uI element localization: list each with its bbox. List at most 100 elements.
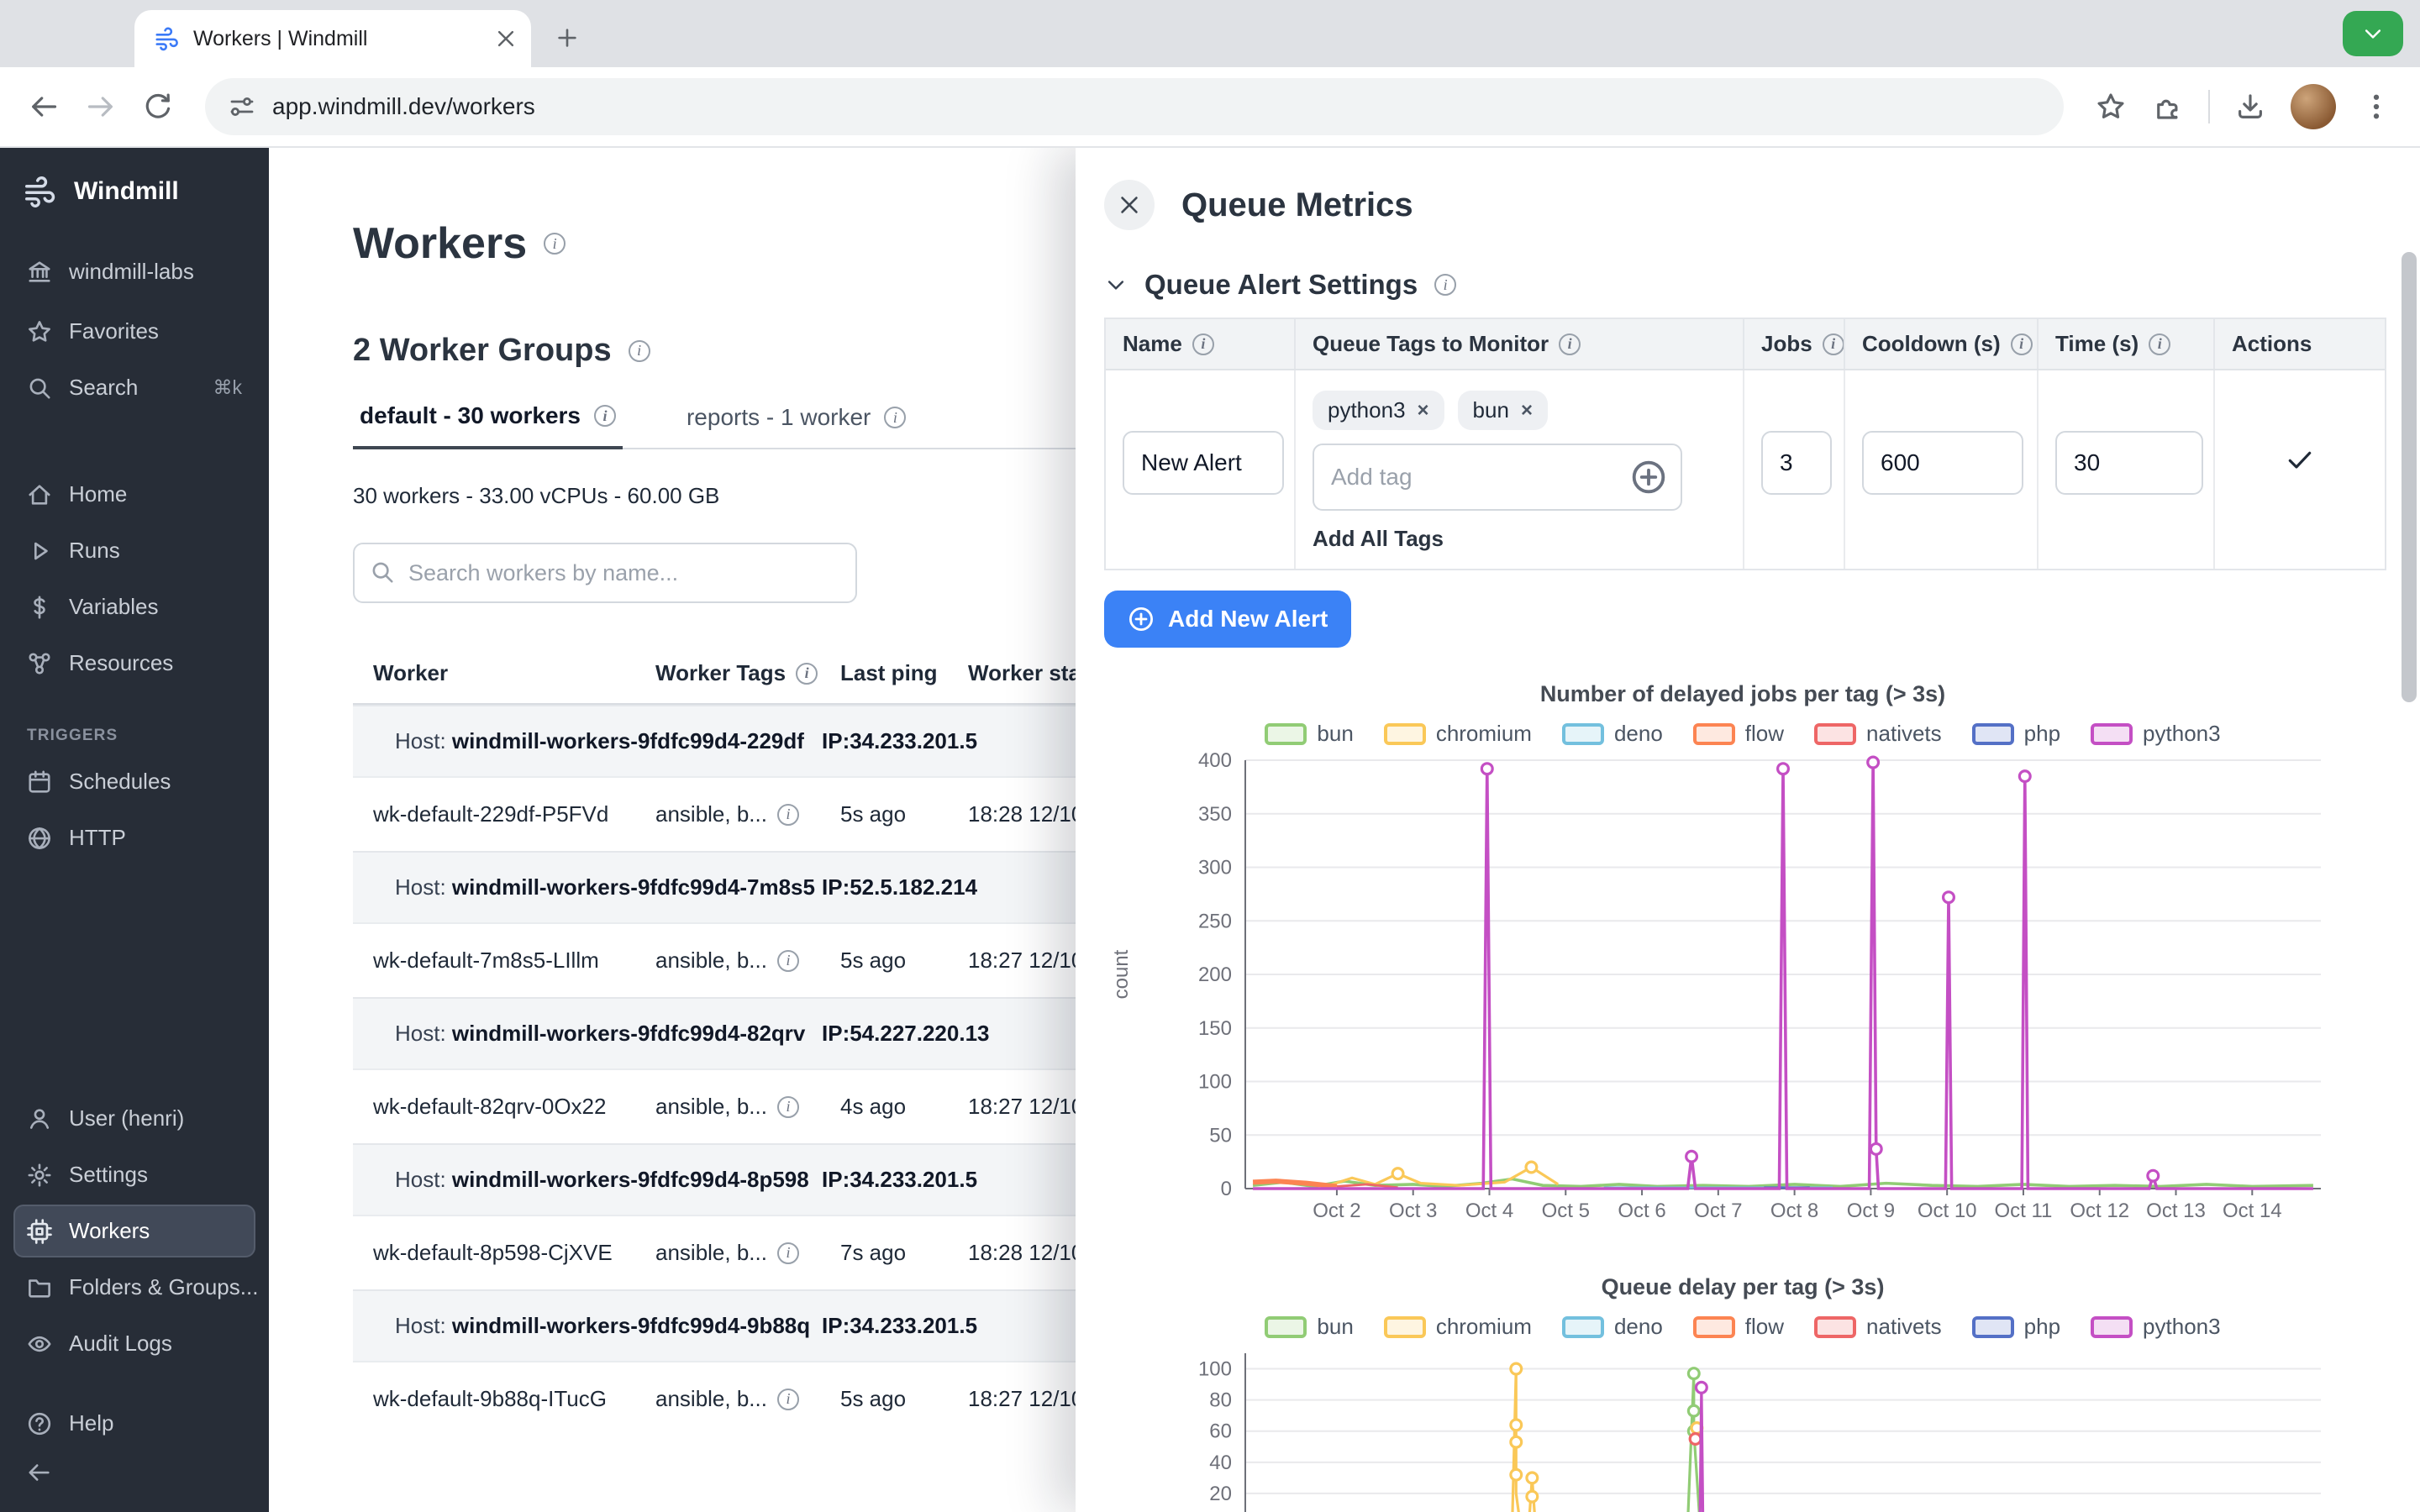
sidebar-item-folders-groups[interactable]: Folders & Groups... bbox=[13, 1261, 255, 1314]
legend-item-python3[interactable]: python3 bbox=[2091, 721, 2221, 747]
remove-tag-icon[interactable]: × bbox=[1418, 399, 1429, 423]
legend-item-php[interactable]: php bbox=[1972, 1314, 2060, 1340]
search-input[interactable] bbox=[353, 543, 857, 603]
app-logo[interactable]: Windmill bbox=[0, 148, 269, 225]
add-tag-button[interactable] bbox=[1630, 459, 1667, 496]
sidebar-item-home[interactable]: Home bbox=[13, 468, 255, 521]
legend-item-deno[interactable]: deno bbox=[1562, 1314, 1663, 1340]
info-icon[interactable] bbox=[777, 804, 799, 826]
sidebar-item-favorites[interactable]: Favorites bbox=[13, 305, 255, 358]
sidebar-item-audit-logs[interactable]: Audit Logs bbox=[13, 1317, 255, 1370]
info-icon[interactable] bbox=[544, 233, 566, 255]
info-icon[interactable] bbox=[2011, 333, 2033, 355]
worker-tags: ansible, b... bbox=[655, 948, 840, 974]
legend-item-python3[interactable]: python3 bbox=[2091, 1314, 2221, 1340]
info-icon[interactable] bbox=[1192, 333, 1214, 355]
host-label: Host: bbox=[395, 1021, 452, 1046]
info-icon[interactable] bbox=[777, 1096, 799, 1118]
info-icon[interactable] bbox=[777, 1242, 799, 1264]
legend-item-bun[interactable]: bun bbox=[1265, 1314, 1353, 1340]
alert-name-input[interactable] bbox=[1123, 431, 1284, 495]
legend-item-php[interactable]: php bbox=[1972, 721, 2060, 747]
alerts-column-header: Jobs bbox=[1743, 319, 1844, 369]
browser-menu-icon[interactable] bbox=[2361, 92, 2391, 122]
queue-alert-settings-header: Queue Alert Settings bbox=[1104, 269, 2386, 301]
sidebar-item-runs[interactable]: Runs bbox=[13, 524, 255, 577]
tab-default-30-workers[interactable]: default - 30 workers bbox=[353, 402, 623, 449]
tag-chip-python3[interactable]: python3× bbox=[1313, 391, 1444, 430]
legend-item-nativets[interactable]: nativets bbox=[1814, 721, 1942, 747]
info-icon[interactable] bbox=[777, 950, 799, 972]
info-icon[interactable] bbox=[594, 405, 616, 427]
legend-item-flow[interactable]: flow bbox=[1693, 1314, 1784, 1340]
tag-chip-bun[interactable]: bun× bbox=[1458, 391, 1548, 430]
browser-tab-strip: Workers | Windmill bbox=[0, 0, 2420, 67]
info-icon[interactable] bbox=[777, 1389, 799, 1410]
legend-item-chromium[interactable]: chromium bbox=[1384, 721, 1532, 747]
legend-item-deno[interactable]: deno bbox=[1562, 721, 1663, 747]
chart2-title: Queue delay per tag (> 3s) bbox=[1104, 1274, 2381, 1300]
forward-button[interactable] bbox=[86, 92, 116, 122]
sidebar-item-windmill-labs[interactable]: windmill-labs bbox=[13, 245, 255, 298]
host-ip: IP:54.227.220.13 bbox=[822, 1021, 990, 1047]
close-drawer-button[interactable] bbox=[1104, 180, 1155, 230]
section-title: Queue Alert Settings bbox=[1144, 269, 1418, 301]
collapse-section-icon[interactable] bbox=[1104, 273, 1128, 297]
tab-close-icon[interactable] bbox=[494, 27, 518, 50]
sidebar-item-workers[interactable]: Workers bbox=[13, 1205, 255, 1257]
add-all-tags-button[interactable]: Add All Tags bbox=[1313, 526, 1726, 552]
site-settings-icon[interactable] bbox=[229, 93, 255, 120]
gear-icon bbox=[27, 1163, 52, 1188]
browser-tab[interactable]: Workers | Windmill bbox=[134, 10, 531, 67]
sidebar-item-settings[interactable]: Settings bbox=[13, 1148, 255, 1201]
downloads-icon[interactable] bbox=[2235, 92, 2265, 122]
svg-text:Oct 14: Oct 14 bbox=[2223, 1200, 2282, 1222]
svg-text:400: 400 bbox=[1198, 749, 1232, 772]
drawer-scrollbar[interactable] bbox=[2402, 252, 2417, 702]
column-header: Worker Tags bbox=[655, 660, 840, 686]
confirm-alert-icon[interactable] bbox=[2285, 444, 2315, 475]
remove-tag-icon[interactable]: × bbox=[1521, 399, 1533, 423]
info-icon[interactable] bbox=[884, 407, 906, 428]
sidebar: Windmill windmill-labs FavoritesSearch⌘k… bbox=[0, 148, 269, 1512]
url-bar[interactable]: app.windmill.dev/workers bbox=[205, 78, 2064, 135]
reload-button[interactable] bbox=[143, 92, 173, 122]
cooldown-input[interactable] bbox=[1862, 431, 2023, 495]
sidebar-item-http[interactable]: HTTP bbox=[13, 811, 255, 864]
legend-item-nativets[interactable]: nativets bbox=[1814, 1314, 1942, 1340]
back-button[interactable] bbox=[29, 92, 59, 122]
info-icon[interactable] bbox=[796, 663, 818, 685]
sidebar-item-user-henri[interactable]: User (henri) bbox=[13, 1092, 255, 1145]
legend-label: python3 bbox=[2143, 1314, 2221, 1340]
add-new-alert-button[interactable]: Add New Alert bbox=[1104, 591, 1351, 648]
legend-item-chromium[interactable]: chromium bbox=[1384, 1314, 1532, 1340]
sidebar-item-search[interactable]: Search⌘k bbox=[13, 361, 255, 414]
last-ping: 5s ago bbox=[840, 801, 968, 827]
collapse-sidebar-icon[interactable] bbox=[27, 1460, 52, 1485]
info-icon[interactable] bbox=[1434, 274, 1456, 296]
worker-tags: ansible, b... bbox=[655, 1386, 840, 1412]
column-header: Worker bbox=[373, 660, 655, 686]
sidebar-item-help[interactable]: Help bbox=[13, 1397, 255, 1450]
time-input[interactable] bbox=[2055, 431, 2203, 495]
tab-reports-1-worker[interactable]: reports - 1 worker bbox=[680, 402, 913, 449]
svg-text:350: 350 bbox=[1198, 803, 1232, 826]
new-tab-button[interactable] bbox=[555, 25, 580, 50]
svg-text:Oct 6: Oct 6 bbox=[1618, 1200, 1665, 1222]
svg-text:250: 250 bbox=[1198, 910, 1232, 932]
sidebar-item-resources[interactable]: Resources bbox=[13, 637, 255, 690]
jobs-input[interactable] bbox=[1761, 431, 1832, 495]
browser-update-button[interactable] bbox=[2343, 11, 2403, 56]
info-icon[interactable] bbox=[629, 340, 650, 362]
sidebar-item-schedules[interactable]: Schedules bbox=[13, 755, 255, 808]
legend-item-bun[interactable]: bun bbox=[1265, 721, 1353, 747]
bookmark-icon[interactable] bbox=[2096, 92, 2126, 122]
sidebar-item-variables[interactable]: Variables bbox=[13, 580, 255, 633]
profile-avatar[interactable] bbox=[2291, 84, 2336, 129]
info-icon[interactable] bbox=[1559, 333, 1581, 355]
add-tag-input[interactable] bbox=[1313, 444, 1682, 511]
legend-item-flow[interactable]: flow bbox=[1693, 721, 1784, 747]
info-icon[interactable] bbox=[2149, 333, 2170, 355]
info-icon[interactable] bbox=[1823, 333, 1844, 355]
extensions-icon[interactable] bbox=[2153, 92, 2183, 122]
